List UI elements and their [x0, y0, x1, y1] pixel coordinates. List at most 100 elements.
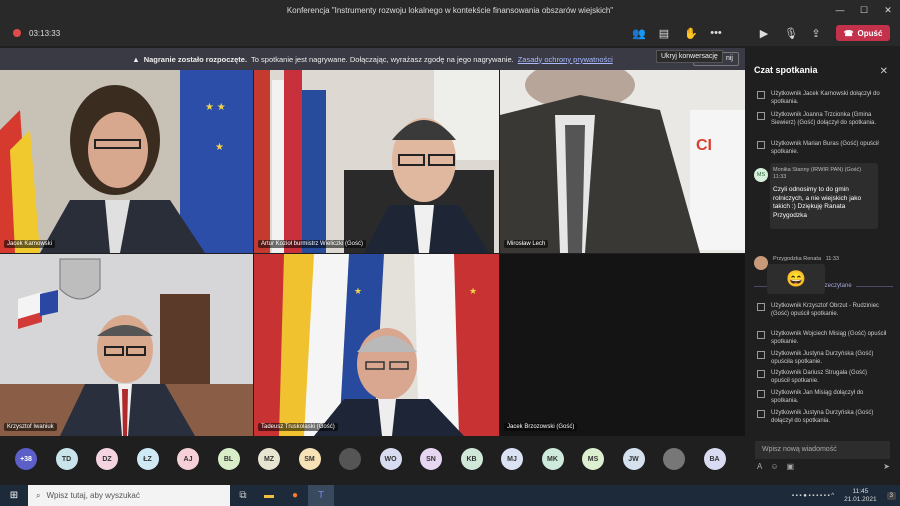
participant-avatar[interactable]: BA [703, 448, 726, 470]
participant-avatar[interactable]: SN [420, 448, 442, 470]
clock-time: 11:45 [852, 487, 869, 495]
chat-title: Czat spotkania [754, 65, 818, 75]
taskbar-search[interactable]: ⌕ Wpisz tutaj, aby wyszukać [28, 485, 230, 506]
chat-message[interactable]: Monika Stanny (IRWIR PAN) (Gość) 11:33 C… [770, 163, 878, 229]
media-controls: ▶ 🎙 ⇪ [758, 20, 822, 46]
window-controls: — ☐ ✕ [828, 0, 900, 20]
people-icon [757, 351, 765, 359]
participant-avatar[interactable]: KB [460, 448, 483, 470]
participant-avatar[interactable]: MK [541, 448, 564, 470]
participant-avatar[interactable]: AJ [177, 448, 199, 470]
emoji-icon[interactable]: ☺ [770, 462, 778, 471]
chat-event: Użytkownik Dariusz Strugała (Gość) opuśc… [757, 369, 887, 385]
minimize-icon[interactable]: — [828, 0, 852, 20]
svg-text:★: ★ [469, 286, 477, 296]
chat-event-text: Użytkownik Wojciech Misiąg (Gość) opuści… [771, 331, 887, 345]
warning-icon: ▲ [132, 54, 140, 64]
svg-text:★: ★ [215, 142, 224, 153]
chat-event: Użytkownik Wojciech Misiąg (Gość) opuści… [757, 330, 887, 346]
participants-icon[interactable]: 👥 [632, 27, 646, 40]
camera-off-icon[interactable]: ▶ [758, 27, 770, 40]
participant-avatar[interactable] [663, 448, 685, 470]
chat-message[interactable]: Przygodzka Renata 11:33 😄 [767, 253, 849, 294]
format-icon[interactable]: A [757, 462, 762, 471]
chat-event: Użytkownik Jan Misiąg dołączył do spotka… [757, 389, 887, 405]
svg-text:★: ★ [354, 286, 362, 296]
video-tile[interactable]: Krzysztof Iwaniuk [0, 254, 253, 436]
share-screen-icon[interactable]: ⇪ [810, 27, 822, 40]
send-icon[interactable]: ➤ [883, 462, 890, 471]
file-explorer-icon[interactable]: ▬ [256, 485, 282, 506]
video-tile[interactable]: ★ ★ Tadeusz Truskolaski (Gość) [254, 254, 499, 436]
participant-avatar[interactable]: BL [217, 448, 240, 470]
participant-avatar[interactable]: MJ [501, 448, 523, 470]
video-feed [0, 254, 253, 436]
chat-event: Użytkownik Marian Buras (Gość) opuścił s… [757, 140, 887, 156]
participant-avatar[interactable]: +38 [15, 448, 37, 470]
system-tray: ▪ ▪ ▪ ● ▪ ▪ ▪ ▪ ▪ ▪ ^ 11:45 21.01.2021 3 [792, 485, 896, 506]
privacy-link[interactable]: Zasady ochrony prywatności [518, 55, 613, 64]
tray-icons[interactable]: ▪ ▪ ▪ ● ▪ ▪ ▪ ▪ ▪ ▪ ^ [792, 493, 834, 499]
people-icon [757, 91, 765, 99]
gif-icon[interactable]: ▣ [787, 462, 795, 471]
chat-event: Użytkownik Krzysztof Obrzut - Rudziniec … [757, 302, 887, 318]
leave-button[interactable]: ☎ Opuść [836, 25, 890, 41]
chat-event-text: Użytkownik Justyna Durzyńska (Gość) dołą… [771, 410, 874, 424]
message-time: 11:33 [825, 256, 839, 262]
people-icon [757, 331, 765, 339]
chat-event: Użytkownik Jacek Karnowski dołączył do s… [757, 90, 887, 106]
participant-avatar[interactable]: WO [379, 448, 402, 470]
mic-off-icon[interactable]: 🎙 [784, 27, 798, 40]
participant-avatar[interactable]: MZ [258, 448, 280, 470]
leave-label: Opuść [857, 28, 883, 38]
video-grid: ★ ★ ★ Jacek Karnowski Artur Kozioł burmi… [0, 70, 745, 436]
tile-name: Tadeusz Truskolaski (Gość) [258, 423, 338, 431]
participant-avatar[interactable]: MS [582, 448, 604, 470]
participant-avatar[interactable]: SM [298, 448, 321, 470]
participant-avatar[interactable]: ŁZ [136, 448, 159, 470]
clock[interactable]: 11:45 21.01.2021 [844, 488, 877, 504]
phone-icon: ☎ [843, 28, 854, 38]
message-author: Przygodzka Renata [773, 256, 821, 262]
participant-avatar[interactable] [339, 448, 361, 470]
meeting-timer: 03:13:33 [29, 28, 61, 38]
tile-name: Krzysztof Iwaniuk [4, 423, 57, 431]
video-tile[interactable]: Jacek Brzozowski (Gość) [500, 254, 745, 436]
notification-badge[interactable]: 3 [886, 491, 896, 500]
video-tile[interactable]: Artur Kozioł burmistrz Wieliczki (Gość) [254, 70, 499, 253]
chat-icon[interactable]: ▤ [658, 27, 670, 40]
more-actions-icon[interactable]: ••• [710, 27, 722, 39]
window-title-bar: Konferencja "Instrumenty rozwoju lokalne… [0, 0, 900, 20]
firefox-icon[interactable]: ● [282, 485, 308, 506]
tile-name: Mirosław Lech [504, 240, 549, 248]
raise-hand-icon[interactable]: ✋ [684, 27, 698, 40]
video-tile[interactable]: ★ ★ ★ Jacek Karnowski [0, 70, 253, 253]
windows-start-icon[interactable]: ⊞ [0, 485, 28, 506]
teams-icon[interactable]: T [308, 485, 334, 506]
message-input[interactable]: Wpisz nową wiadomość [755, 441, 890, 459]
chat-event-text: Użytkownik Jacek Karnowski dołączył do s… [771, 91, 880, 105]
chat-event-text: Użytkownik Krzysztof Obrzut - Rudziniec … [771, 303, 880, 317]
participant-avatar[interactable]: TD [55, 448, 78, 470]
svg-text:★ ★: ★ ★ [205, 102, 226, 113]
taskbar: ⊞ ⌕ Wpisz tutaj, aby wyszukać ⧉ ▬ ● T ▪ … [0, 485, 900, 506]
task-view-icon[interactable]: ⧉ [230, 485, 256, 506]
video-tile[interactable]: CI Mirosław Lech [500, 70, 745, 253]
close-chat-icon[interactable]: ✕ [880, 66, 888, 77]
tile-name: Jacek Karnowski [4, 240, 56, 248]
chat-event-text: Użytkownik Marian Buras (Gość) opuścił s… [771, 141, 879, 155]
people-icon [757, 370, 765, 378]
emoji-message: 😄 [767, 264, 825, 294]
close-window-icon[interactable]: ✕ [876, 0, 900, 20]
people-icon [757, 141, 765, 149]
people-icon [757, 112, 765, 120]
video-feed: CI [500, 70, 745, 253]
participant-avatar[interactable]: JW [622, 448, 645, 470]
hide-chat-tooltip: Ukryj konwersację [656, 50, 723, 63]
participant-avatar[interactable]: DZ [96, 448, 118, 470]
maximize-icon[interactable]: ☐ [852, 0, 876, 20]
message-text: Czyli odnosimy to do gmin rolniczych, a … [773, 186, 862, 219]
message-time: 11:33 [773, 174, 787, 180]
search-icon: ⌕ [36, 490, 41, 500]
message-author: Monika Stanny (IRWIR PAN) (Gość) [773, 167, 862, 173]
